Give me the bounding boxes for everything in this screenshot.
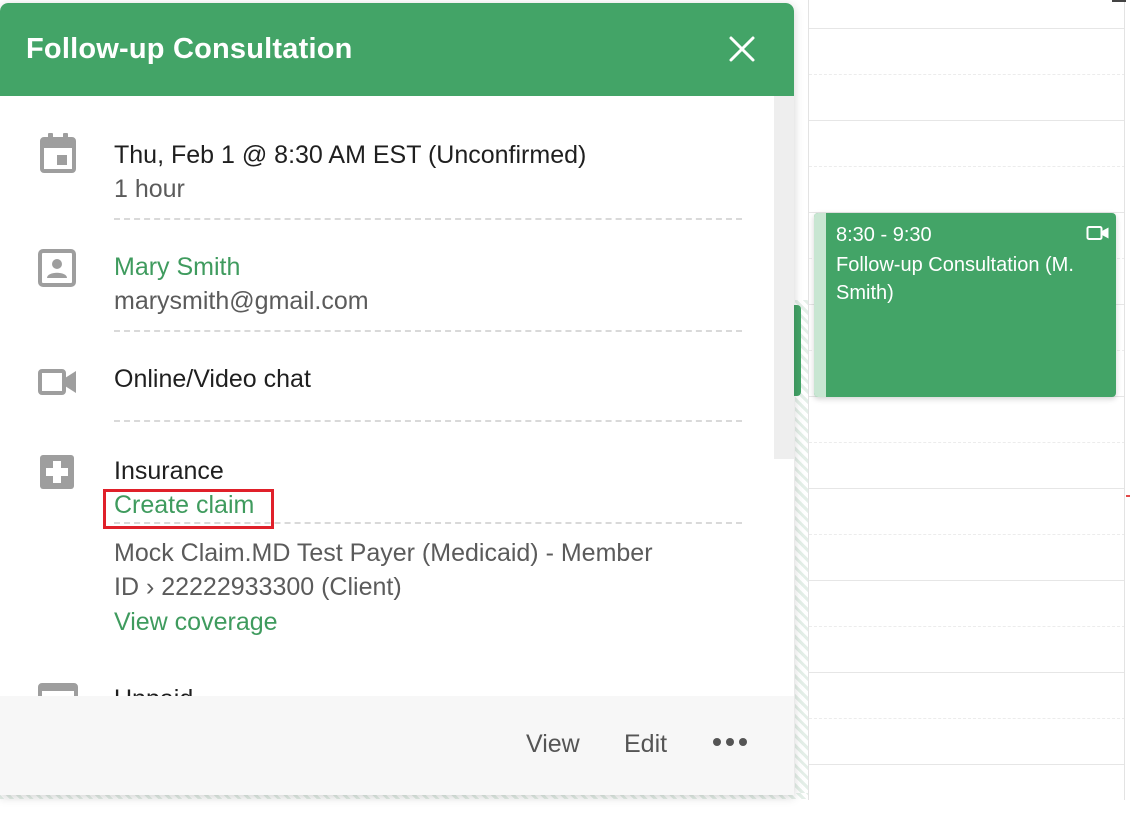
appointment-datetime: Thu, Feb 1 @ 8:30 AM EST (Unconfirmed) — [114, 141, 587, 169]
divider — [114, 420, 742, 422]
appointment-popup: Follow-up Consultation Thu, Feb 1 @ 8:30… — [0, 3, 794, 795]
event-edge — [793, 305, 801, 396]
current-time-indicator — [1126, 495, 1130, 497]
divider — [114, 218, 742, 220]
billing-row: Unpaid — [0, 683, 770, 696]
hour-line — [809, 672, 1125, 673]
event-time: 8:30 - 9:30 — [836, 224, 932, 246]
half-hour-line — [809, 442, 1125, 443]
popup-title: Follow-up Consultation — [26, 33, 353, 65]
view-coverage-link[interactable]: View coverage — [114, 606, 278, 638]
hour-line — [809, 28, 1125, 29]
event-status-stripe — [814, 213, 826, 397]
half-hour-line — [809, 626, 1125, 627]
contact-card-icon — [38, 249, 76, 287]
medical-plus-icon — [40, 455, 74, 489]
half-hour-line — [809, 166, 1125, 167]
calendar-event[interactable]: 8:30 - 9:30 Follow-up Consultation (M. S… — [814, 213, 1116, 397]
calendar-tick — [1112, 0, 1126, 2]
client-name-link[interactable]: Mary Smith — [114, 251, 240, 283]
divider — [114, 522, 742, 524]
app-page: 8:30 - 9:30 Follow-up Consultation (M. S… — [0, 0, 1130, 821]
popup-header: Follow-up Consultation — [0, 3, 794, 96]
edit-button[interactable]: Edit — [624, 728, 667, 760]
client-email: marysmith@gmail.com — [114, 287, 369, 315]
half-hour-line — [809, 534, 1125, 535]
video-camera-icon — [38, 369, 76, 395]
calendar-column-divider — [1124, 0, 1125, 800]
appointment-duration: 1 hour — [114, 175, 185, 203]
calendar-day-column[interactable] — [808, 0, 1130, 800]
hour-line — [809, 580, 1125, 581]
hour-line — [809, 764, 1125, 765]
credit-card-icon — [38, 683, 78, 696]
payer-info-line2: ID › 22222933300 (Client) — [114, 573, 402, 601]
view-button[interactable]: View — [526, 728, 580, 760]
popup-footer: View Edit — [0, 696, 794, 795]
billing-status: Unpaid — [114, 683, 193, 696]
payer-info-line1: Mock Claim.MD Test Payer (Medicaid) - Me… — [114, 539, 653, 567]
divider — [114, 330, 742, 332]
more-horizontal-icon[interactable] — [712, 734, 748, 750]
hour-line — [809, 120, 1125, 121]
calendar-icon — [40, 133, 76, 173]
hour-line — [809, 488, 1125, 489]
close-icon[interactable] — [724, 31, 760, 67]
location-label: Online/Video chat — [114, 365, 311, 393]
insurance-label: Insurance — [114, 457, 224, 485]
event-title: Follow-up Consultation (M. Smith) — [836, 254, 1074, 304]
popup-scrollbar[interactable] — [774, 96, 794, 459]
half-hour-line — [809, 74, 1125, 75]
video-camera-icon — [1086, 226, 1109, 240]
half-hour-line — [809, 718, 1125, 719]
